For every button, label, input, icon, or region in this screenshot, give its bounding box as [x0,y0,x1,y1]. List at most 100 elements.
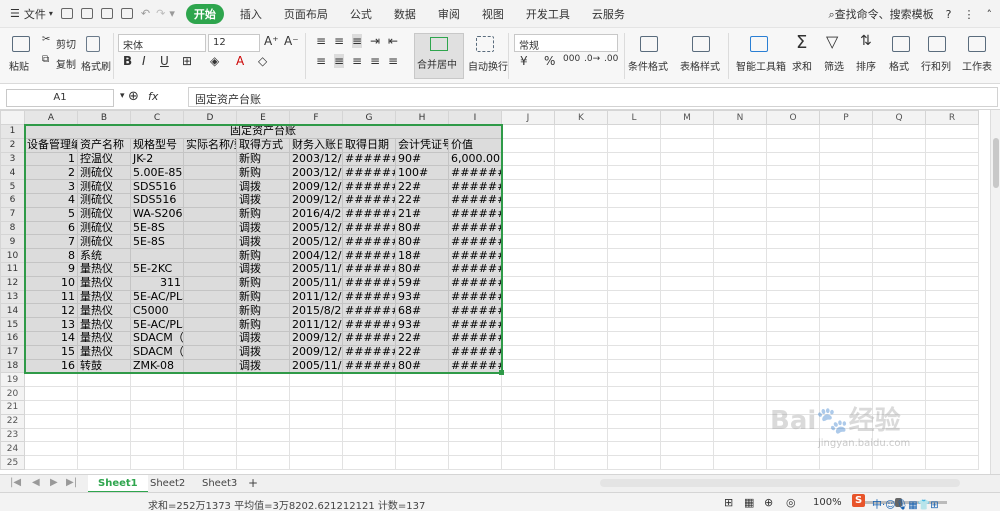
cell[interactable]: 12 [24,303,78,319]
tab-review[interactable]: 审阅 [438,6,460,22]
cell[interactable]: 新购 [236,151,290,167]
format-painter-icon[interactable] [86,36,100,52]
row-header[interactable]: 4 [0,165,25,181]
cell[interactable] [766,248,820,263]
cell[interactable] [607,165,661,181]
cell[interactable]: 1 [24,151,78,167]
decrease-decimal-icon[interactable]: .00 [604,54,618,64]
italic-icon[interactable]: I [142,54,146,68]
cell[interactable] [607,151,661,167]
cell[interactable] [77,427,131,443]
cell[interactable]: ######## [448,330,502,346]
table-style-button[interactable]: 表格样式 [680,58,720,73]
cell[interactable]: ######## [342,206,396,222]
cell[interactable]: 93# [395,317,449,332]
cell[interactable] [872,248,926,263]
file-menu[interactable]: ☰ 文件 ▾ [10,6,53,22]
cell[interactable] [819,386,873,401]
cell[interactable] [819,344,873,360]
cell[interactable] [607,289,661,305]
worksheet-button[interactable]: 工作表 [962,58,992,73]
cell[interactable] [501,441,555,457]
cell[interactable] [77,399,131,415]
cell[interactable] [660,206,714,222]
cell[interactable] [24,399,78,415]
cell[interactable]: 新购 [236,275,290,291]
rows-cols-button[interactable]: 行和列 [921,58,951,73]
cell[interactable] [713,344,767,360]
cell[interactable]: 新购 [236,248,290,263]
cell[interactable] [660,330,714,346]
cell[interactable] [607,317,661,332]
cell[interactable] [607,413,661,429]
cell[interactable] [766,261,820,277]
cell[interactable]: 2015/8/26 [289,303,343,319]
cell[interactable] [660,289,714,305]
cell[interactable] [501,344,555,360]
first-sheet-icon[interactable]: |◀ [10,477,21,488]
cell[interactable] [183,330,237,346]
cell[interactable] [713,399,767,415]
cell[interactable] [501,261,555,277]
cell[interactable] [925,413,979,429]
justify-icon[interactable]: ≡ [370,54,380,68]
cell[interactable] [713,220,767,236]
cell[interactable]: 22# [395,344,449,360]
cell[interactable]: ######## [342,275,396,291]
cell[interactable] [872,124,926,139]
cell[interactable]: 调拨 [236,179,290,194]
cell[interactable] [554,206,608,222]
cell[interactable] [819,165,873,181]
cell[interactable] [713,358,767,374]
cell[interactable] [183,275,237,291]
cell[interactable] [660,317,714,332]
cell[interactable] [554,303,608,319]
cell[interactable] [236,386,290,401]
cell[interactable]: 测硫仪 [77,206,131,222]
column-header-i[interactable]: I [448,110,502,125]
cell[interactable] [24,372,78,388]
more-icon[interactable]: ⋮ [964,8,975,21]
cell[interactable] [607,372,661,388]
cell[interactable]: 2009/12/31 [289,179,343,194]
cell[interactable] [713,192,767,208]
cell[interactable]: 22# [395,179,449,194]
cell[interactable]: ######## [342,151,396,167]
prev-sheet-icon[interactable]: ◀ [32,477,40,488]
header-cell[interactable]: 实际名称/型号 [183,137,237,153]
cell[interactable] [77,413,131,429]
next-sheet-icon[interactable]: ▶ [50,477,58,488]
cell[interactable]: 量热仪 [77,303,131,319]
cell[interactable] [501,289,555,305]
cell[interactable] [607,124,661,139]
cell[interactable] [607,427,661,443]
cell[interactable] [554,455,608,470]
cell[interactable]: JK-2 [130,151,184,167]
cell[interactable] [766,275,820,291]
cell[interactable] [766,151,820,167]
cell[interactable] [24,413,78,429]
cell[interactable]: 2009/12/31 [289,192,343,208]
row-header[interactable]: 2 [0,137,25,153]
row-header[interactable]: 19 [0,372,25,388]
cell[interactable] [872,344,926,360]
cell[interactable] [395,455,449,470]
cell[interactable] [660,248,714,263]
cell[interactable] [183,427,237,443]
cell[interactable] [925,317,979,332]
cell[interactable] [819,317,873,332]
align-top-icon[interactable]: ≡ [316,34,326,48]
cell[interactable]: 调拨 [236,330,290,346]
cell[interactable] [130,372,184,388]
cell[interactable] [925,165,979,181]
cell[interactable] [554,179,608,194]
distribute-icon[interactable]: ≡ [388,54,398,68]
cell[interactable] [713,413,767,429]
cell[interactable]: ######## [448,289,502,305]
cell[interactable] [448,413,502,429]
cell[interactable] [713,165,767,181]
cell[interactable] [872,386,926,401]
cell[interactable]: 4 [24,192,78,208]
row-header[interactable]: 15 [0,317,25,332]
cell[interactable] [448,441,502,457]
